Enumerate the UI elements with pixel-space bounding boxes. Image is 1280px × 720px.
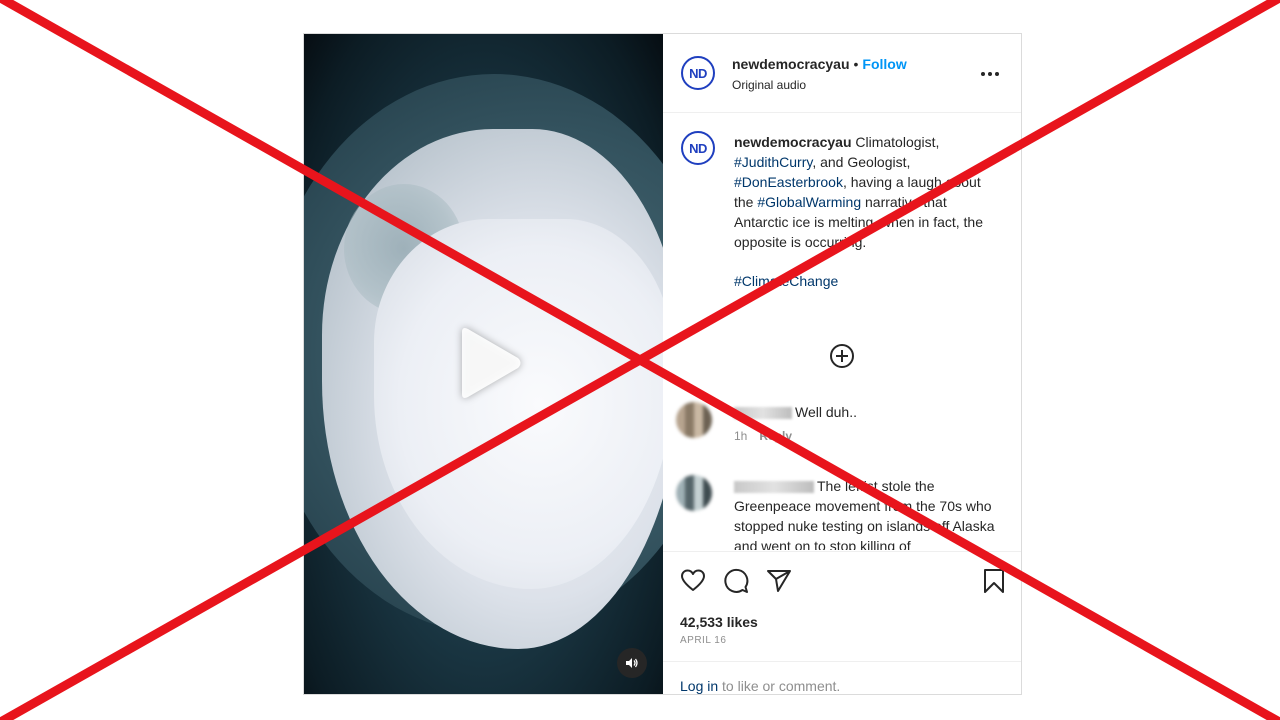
author-avatar[interactable]: ND [681,56,715,90]
post-caption: newdemocracyau Climatologist, #JudithCur… [734,132,1004,291]
play-icon [462,328,521,398]
commenter-name-blurred[interactable] [734,407,792,420]
commenter-avatar[interactable] [676,402,712,438]
share-button[interactable] [766,568,792,594]
login-link[interactable]: Log in [680,678,718,694]
commenter-avatar[interactable] [676,475,712,511]
post-date[interactable]: APRIL 16 [680,635,726,646]
play-button[interactable] [452,324,524,402]
speaker-icon [626,658,638,668]
heart-icon [681,569,705,591]
video-player[interactable] [304,34,663,694]
likes-count[interactable]: 42,533 likes [680,614,758,630]
author-username[interactable]: newdemocracyau [732,56,850,72]
bookmark-icon [984,569,1004,593]
audio-label[interactable]: Original audio [732,78,806,92]
commenter-name-blurred[interactable] [734,481,814,494]
avatar-initials: ND [689,65,707,81]
login-prompt-text: Log in to like or comment. [680,678,840,694]
more-dots-icon [988,72,992,76]
more-options-button[interactable] [981,70,1001,78]
caption-avatar[interactable]: ND [681,131,715,165]
hashtag-link[interactable]: #JudithCurry [734,154,812,170]
load-more-comments-button[interactable] [829,343,855,369]
hashtag-link[interactable]: #ClimateChange [734,273,838,289]
separator-dot: • [853,56,859,72]
comment-time: 1h [734,429,748,443]
login-prompt: Log in to like or comment. [663,661,1021,696]
audio-toggle-button[interactable] [617,648,647,678]
post-actions: 42,533 likes APRIL 16 Log in to like or … [663,551,1021,695]
post-header: ND newdemocracyau • Follow Original audio [663,34,1021,113]
more-dots-icon [995,72,999,76]
caption-text: Climatologist, [851,134,940,150]
caption-text: , and Geologist, [812,154,911,170]
more-dots-icon [981,72,985,76]
comment-button[interactable] [723,568,749,594]
follow-button[interactable]: Follow [862,56,906,72]
like-button[interactable] [680,568,706,594]
comment: Well duh.. [734,402,1004,422]
caption-username[interactable]: newdemocracyau [734,134,852,150]
avatar-initials: ND [689,140,707,156]
comment-text: Well duh.. [795,404,857,420]
paper-plane-icon [767,570,791,592]
instagram-post: ND newdemocracyau • Follow Original audio … [303,33,1022,695]
reply-button[interactable]: Reply [759,429,792,443]
plus-circle-icon [830,344,854,368]
save-button[interactable] [981,568,1007,594]
comment-meta: 1h Reply [734,429,804,443]
comment-bubble-icon [724,568,749,593]
hashtag-link[interactable]: #DonEasterbrook [734,174,843,190]
comments-section[interactable]: ND newdemocracyau Climatologist, #Judith… [663,113,1021,550]
post-sidebar: ND newdemocracyau • Follow Original audio … [663,34,1021,694]
author-line: newdemocracyau • Follow [732,56,907,72]
hashtag-link[interactable]: #GlobalWarming [757,194,861,210]
login-rest-text: to like or comment. [718,678,841,694]
comment: The leftist stole the Greenpeace movemen… [734,476,1006,550]
